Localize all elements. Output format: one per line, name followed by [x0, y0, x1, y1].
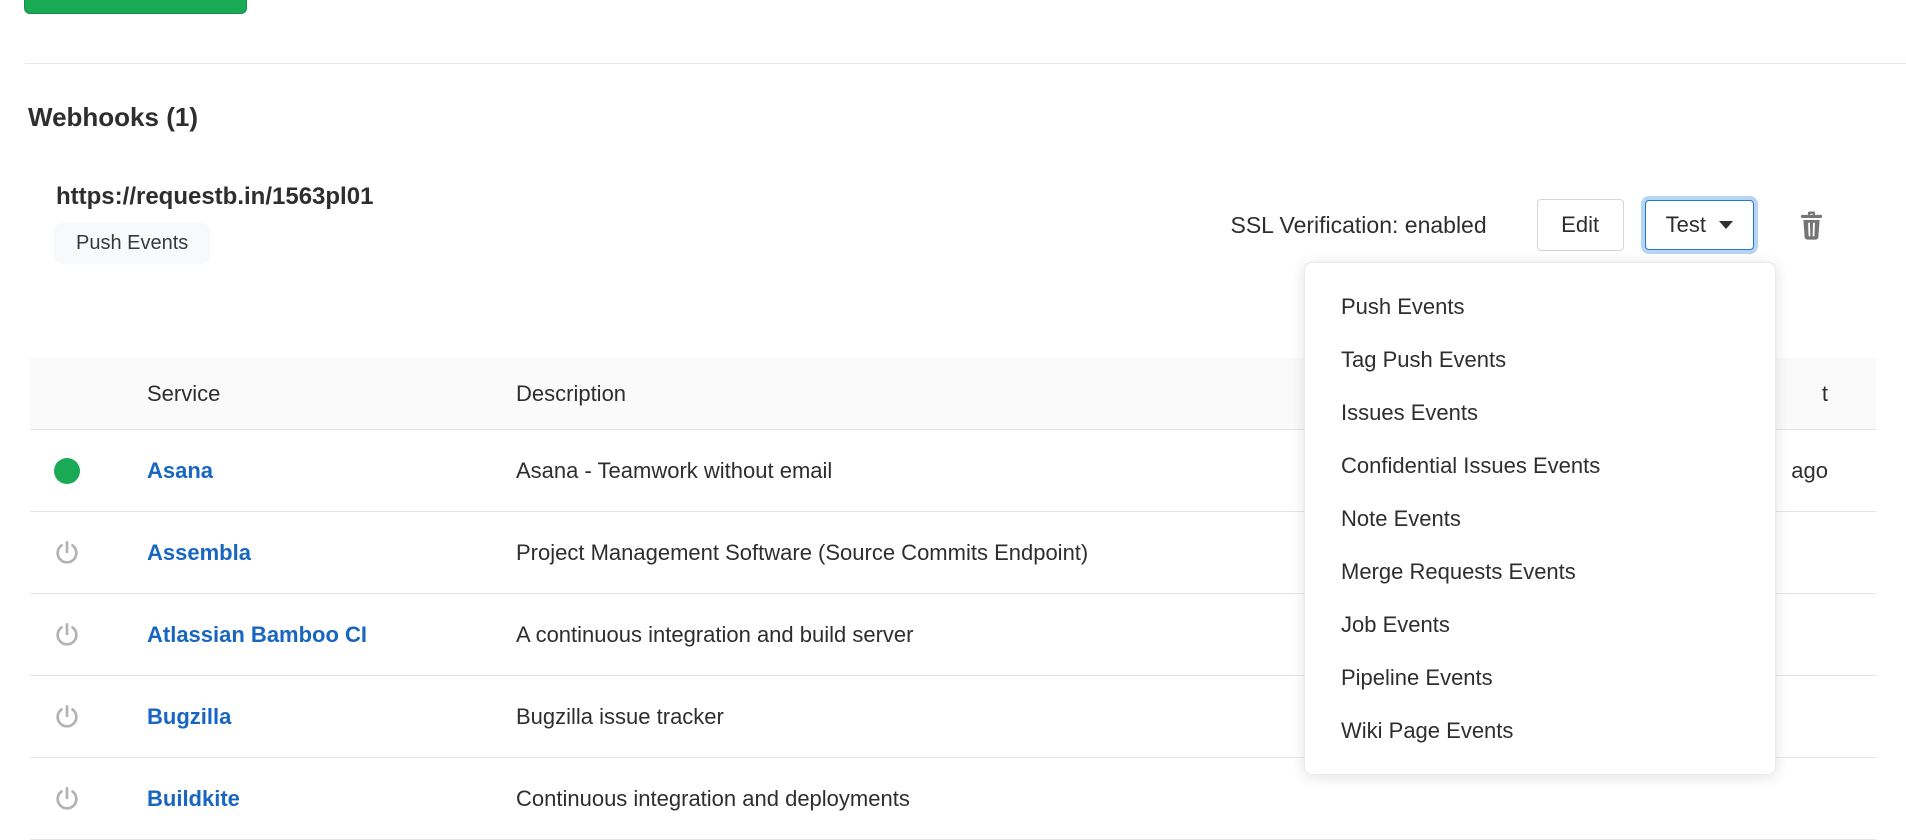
webhook-controls: SSL Verification: enabled Edit Test — [1230, 197, 1825, 253]
section-divider — [25, 63, 1906, 64]
webhook-url: https://requestb.in/1563pl01 — [56, 183, 373, 211]
test-webhook-dropdown-menu: Push Events Tag Push Events Issues Event… — [1304, 262, 1776, 775]
dropdown-item-push-events[interactable]: Push Events — [1305, 280, 1775, 333]
last-edit-fragment: ago — [1791, 458, 1828, 484]
column-header-service: Service — [147, 381, 220, 407]
trash-icon — [1798, 210, 1825, 241]
dropdown-item-confidential-issues-events[interactable]: Confidential Issues Events — [1305, 439, 1775, 492]
dropdown-item-wiki-page-events[interactable]: Wiki Page Events — [1305, 704, 1775, 757]
power-icon — [54, 703, 81, 730]
service-description: Continuous integration and deployments — [516, 786, 910, 812]
dropdown-item-tag-push-events[interactable]: Tag Push Events — [1305, 333, 1775, 386]
dropdown-item-note-events[interactable]: Note Events — [1305, 492, 1775, 545]
service-description: A continuous integration and build serve… — [516, 622, 913, 648]
test-webhook-dropdown-button[interactable]: Test — [1645, 200, 1754, 250]
service-link[interactable]: Bugzilla — [147, 704, 231, 730]
service-description: Asana - Teamwork without email — [516, 458, 832, 484]
dropdown-item-merge-requests-events[interactable]: Merge Requests Events — [1305, 545, 1775, 598]
delete-webhook-button[interactable] — [1798, 210, 1825, 241]
power-icon — [54, 621, 81, 648]
column-header-description: Description — [516, 381, 626, 407]
dropdown-item-pipeline-events[interactable]: Pipeline Events — [1305, 651, 1775, 704]
chevron-down-icon — [1719, 221, 1733, 229]
dropdown-item-job-events[interactable]: Job Events — [1305, 598, 1775, 651]
service-link[interactable]: Atlassian Bamboo CI — [147, 622, 367, 648]
service-link[interactable]: Asana — [147, 458, 213, 484]
dropdown-item-issues-events[interactable]: Issues Events — [1305, 386, 1775, 439]
service-description: Project Management Software (Source Comm… — [516, 540, 1088, 566]
webhook-trigger-badge: Push Events — [54, 223, 210, 264]
edit-webhook-button[interactable]: Edit — [1537, 199, 1624, 251]
power-icon — [54, 785, 81, 812]
service-description: Bugzilla issue tracker — [516, 704, 724, 730]
test-button-label: Test — [1666, 212, 1706, 238]
active-status-icon — [54, 458, 80, 484]
column-header-last-edit-fragment: t — [1822, 381, 1828, 407]
ssl-verification-status: SSL Verification: enabled — [1230, 212, 1486, 239]
add-webhook-button[interactable] — [24, 0, 247, 14]
service-link[interactable]: Assembla — [147, 540, 251, 566]
webhooks-heading: Webhooks (1) — [28, 102, 198, 133]
power-icon — [54, 539, 81, 566]
service-link[interactable]: Buildkite — [147, 786, 240, 812]
